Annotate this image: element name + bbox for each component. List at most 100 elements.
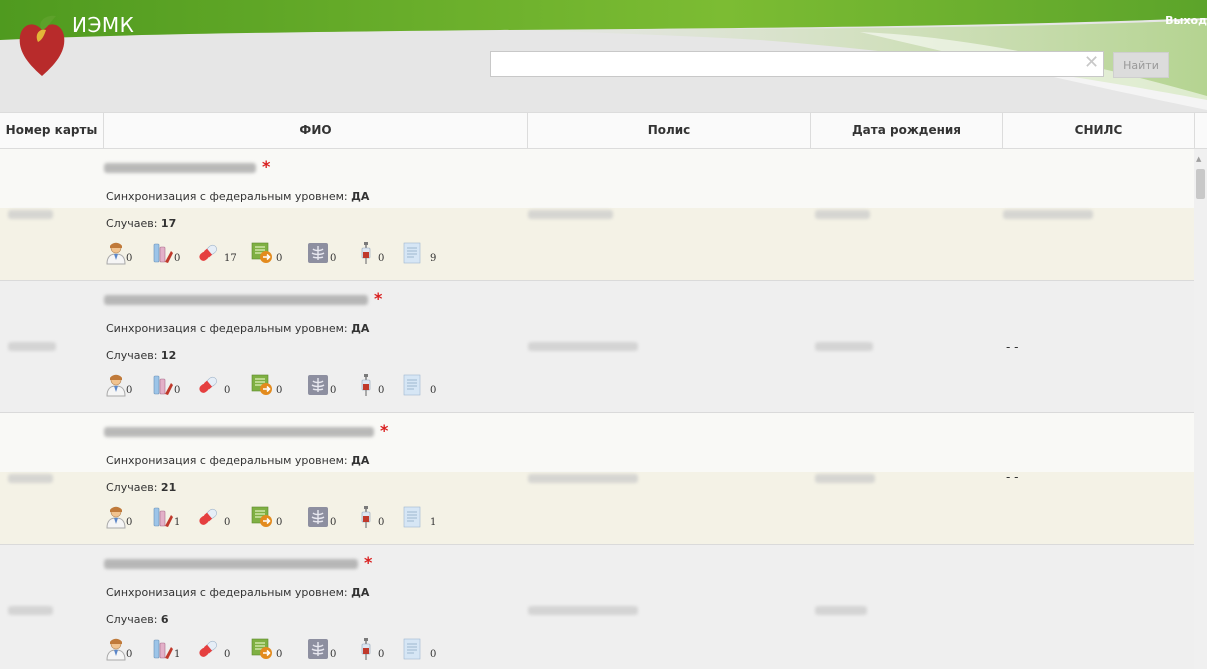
document-icon[interactable]	[400, 637, 424, 661]
medication-pill-icon[interactable]	[196, 505, 220, 529]
xray-icon[interactable]	[306, 505, 330, 529]
vaccine-syringe-icon[interactable]	[354, 241, 378, 265]
doctor-icon[interactable]	[104, 373, 128, 397]
sync-value: ДА	[351, 322, 370, 335]
medication-count: 0	[224, 649, 231, 660]
cases-value: 12	[160, 349, 177, 362]
search-input[interactable]	[495, 53, 1079, 77]
snils-value: - -	[1006, 470, 1019, 484]
referral-count: 0	[276, 385, 283, 396]
lab-count: 0	[174, 385, 181, 396]
medication-pill-icon[interactable]	[196, 373, 220, 397]
xray-icon[interactable]	[306, 373, 330, 397]
doctor-count: 0	[126, 253, 133, 264]
policy-number-redacted	[528, 342, 638, 351]
cases-count: Случаев: 21	[106, 481, 176, 494]
birth-date-redacted	[815, 342, 873, 351]
patients-table-body: * Синхронизация с федеральным уровнем: ДА…	[0, 149, 1194, 669]
cases-label: Случаев:	[106, 613, 158, 626]
column-header-card-number[interactable]: Номер карты	[0, 113, 104, 148]
cases-count: Случаев: 6	[106, 613, 169, 626]
logout-link[interactable]: Выход	[1165, 14, 1207, 27]
referral-icon[interactable]	[250, 373, 274, 397]
cases-count: Случаев: 17	[106, 217, 176, 230]
document-icon[interactable]	[400, 241, 424, 265]
medication-pill-icon[interactable]	[196, 241, 220, 265]
referral-count: 0	[276, 253, 283, 264]
scrollbar-thumb[interactable]	[1196, 169, 1205, 199]
column-header-birth-date[interactable]: Дата рождения	[811, 113, 1003, 148]
referral-icon[interactable]	[250, 241, 274, 265]
search-box	[490, 51, 1104, 77]
search-button[interactable]: Найти	[1113, 52, 1169, 78]
vaccine-count: 0	[378, 385, 385, 396]
vaccine-count: 0	[378, 649, 385, 660]
patient-name-redacted[interactable]	[104, 295, 368, 305]
referral-icon[interactable]	[250, 505, 274, 529]
lab-results-icon[interactable]	[150, 637, 174, 661]
lab-results-icon[interactable]	[150, 241, 174, 265]
document-icon[interactable]	[400, 373, 424, 397]
required-star-icon: *	[364, 553, 373, 572]
policy-number-redacted	[528, 474, 638, 483]
birth-date-redacted	[815, 210, 870, 219]
medication-pill-icon[interactable]	[196, 637, 220, 661]
column-header-snils[interactable]: СНИЛС	[1003, 113, 1195, 148]
document-icon[interactable]	[400, 505, 424, 529]
vaccine-syringe-icon[interactable]	[354, 373, 378, 397]
vertical-scrollbar[interactable]: ▲	[1194, 149, 1207, 669]
column-header-policy[interactable]: Полис	[528, 113, 811, 148]
sync-value: ДА	[351, 586, 370, 599]
patient-name-redacted[interactable]	[104, 559, 358, 569]
lab-results-icon[interactable]	[150, 505, 174, 529]
policy-number-redacted	[528, 606, 638, 615]
table-row[interactable]: * Синхронизация с федеральным уровнем: ДА…	[0, 149, 1194, 281]
column-header-full-name[interactable]: ФИО	[104, 113, 528, 148]
document-count: 0	[430, 385, 437, 396]
medication-count: 0	[224, 517, 231, 528]
doctor-icon[interactable]	[104, 505, 128, 529]
referral-count: 0	[276, 517, 283, 528]
xray-icon[interactable]	[306, 241, 330, 265]
card-number-redacted	[8, 606, 53, 615]
required-star-icon: *	[380, 421, 389, 440]
table-header: Номер карты ФИО Полис Дата рождения СНИЛ…	[0, 112, 1207, 149]
snils-redacted	[1003, 210, 1093, 219]
patient-name-redacted[interactable]	[104, 163, 256, 173]
table-row[interactable]: * Синхронизация с федеральным уровнем: ДА…	[0, 545, 1194, 669]
cases-label: Случаев:	[106, 349, 158, 362]
clear-search-icon[interactable]: ✕	[1084, 53, 1099, 73]
lab-count: 0	[174, 253, 181, 264]
table-row[interactable]: * Синхронизация с федеральным уровнем: ДА…	[0, 281, 1194, 413]
doctor-count: 0	[126, 517, 133, 528]
cases-value: 21	[160, 481, 177, 494]
app-logo-icon	[19, 15, 65, 76]
medication-count: 17	[224, 253, 237, 264]
app-header: ИЭМК Выход ✕ Найти	[0, 0, 1207, 112]
lab-count: 1	[174, 649, 181, 660]
document-count: 1	[430, 517, 437, 528]
sync-status: Синхронизация с федеральным уровнем: ДА	[106, 586, 369, 599]
doctor-icon[interactable]	[104, 637, 128, 661]
vaccine-count: 0	[378, 517, 385, 528]
cases-label: Случаев:	[106, 217, 158, 230]
xray-count: 0	[330, 517, 337, 528]
xray-count: 0	[330, 385, 337, 396]
referral-icon[interactable]	[250, 637, 274, 661]
vaccine-syringe-icon[interactable]	[354, 637, 378, 661]
required-star-icon: *	[374, 289, 383, 308]
cases-value: 6	[160, 613, 169, 626]
lab-results-icon[interactable]	[150, 373, 174, 397]
xray-icon[interactable]	[306, 637, 330, 661]
table-row[interactable]: * Синхронизация с федеральным уровнем: ДА…	[0, 413, 1194, 545]
sync-status: Синхронизация с федеральным уровнем: ДА	[106, 190, 369, 203]
sync-value: ДА	[351, 454, 370, 467]
vaccine-syringe-icon[interactable]	[354, 505, 378, 529]
sync-status: Синхронизация с федеральным уровнем: ДА	[106, 322, 369, 335]
medication-count: 0	[224, 385, 231, 396]
doctor-icon[interactable]	[104, 241, 128, 265]
patient-name-redacted[interactable]	[104, 427, 374, 437]
doctor-count: 0	[126, 385, 133, 396]
scroll-up-arrow-icon[interactable]: ▲	[1196, 155, 1201, 163]
birth-date-redacted	[815, 606, 867, 615]
